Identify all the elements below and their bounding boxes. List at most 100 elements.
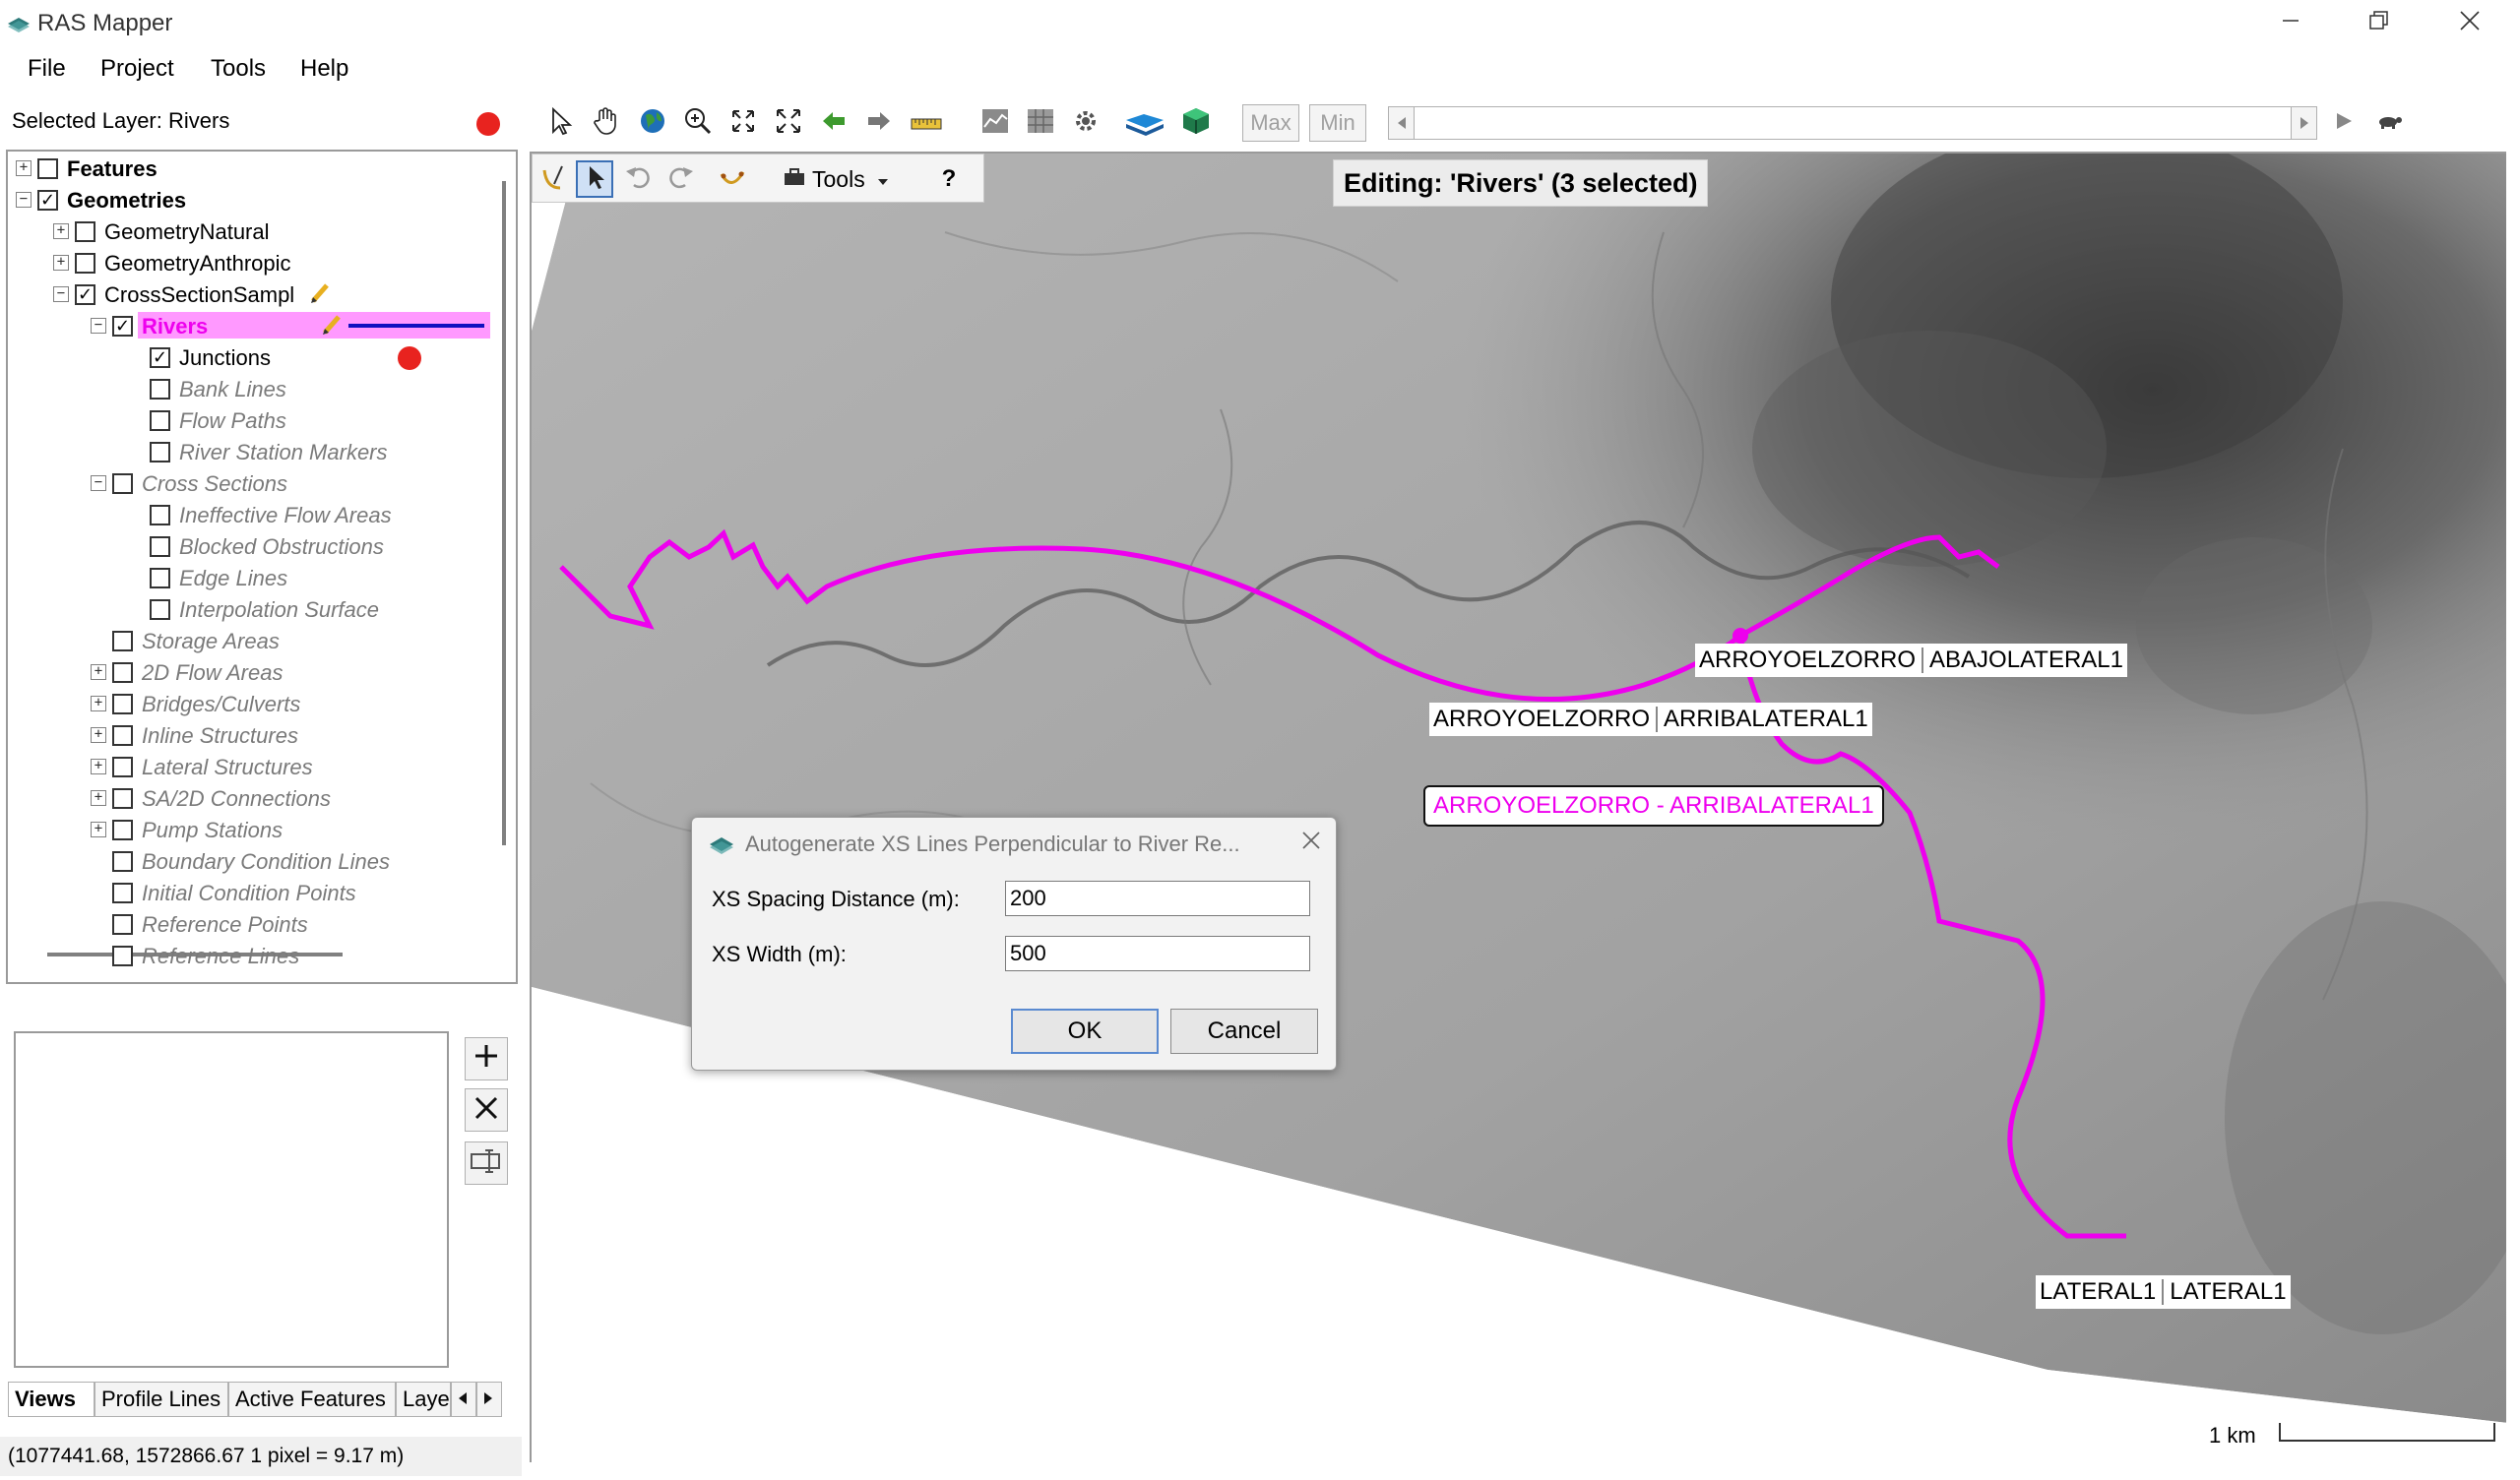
- dialog-close-button[interactable]: [1300, 830, 1322, 856]
- expand-icon[interactable]: +: [91, 664, 106, 680]
- layer-checkbox[interactable]: [150, 536, 170, 557]
- layer-checkbox[interactable]: [150, 599, 170, 620]
- menu-tools[interactable]: Tools: [211, 55, 266, 83]
- 3d-view-button[interactable]: [1177, 104, 1215, 142]
- layer-checkbox[interactable]: [37, 158, 58, 179]
- max-button[interactable]: Max: [1242, 104, 1299, 142]
- edit-help-button[interactable]: ?: [930, 160, 968, 198]
- tree-item-pump-stations[interactable]: + Pump Stations: [8, 815, 500, 844]
- time-slider-scrollbar[interactable]: [1388, 106, 2317, 140]
- rename-view-button[interactable]: [465, 1141, 508, 1185]
- tab-scroll-right-button[interactable]: [476, 1382, 502, 1417]
- layer-checkbox[interactable]: [150, 410, 170, 431]
- xs-spacing-input[interactable]: [1005, 881, 1310, 916]
- expand-icon[interactable]: +: [53, 255, 69, 271]
- layer-checkbox[interactable]: [112, 631, 133, 651]
- collapse-icon[interactable]: −: [91, 318, 106, 334]
- select-tool-button[interactable]: [541, 104, 579, 142]
- collapse-icon[interactable]: −: [53, 286, 69, 302]
- tools-dropdown[interactable]: Tools: [783, 162, 889, 196]
- expand-icon[interactable]: +: [53, 223, 69, 239]
- expand-icon[interactable]: +: [91, 727, 106, 743]
- layer-checkbox[interactable]: [150, 379, 170, 400]
- measure-tool-button[interactable]: [908, 104, 945, 142]
- tree-item-reference-points[interactable]: Reference Points: [8, 909, 500, 939]
- expand-icon[interactable]: +: [91, 759, 106, 774]
- layer-checkbox[interactable]: [112, 946, 133, 966]
- layer-checkbox[interactable]: [150, 568, 170, 588]
- edit-sketch-button[interactable]: [536, 160, 574, 198]
- tree-item-flow-paths[interactable]: Flow Paths: [8, 405, 500, 435]
- menu-help[interactable]: Help: [300, 55, 348, 83]
- tree-item-rivers[interactable]: − ✓ Rivers: [8, 311, 500, 340]
- layer-checkbox[interactable]: [150, 505, 170, 525]
- layer-checkbox[interactable]: ✓: [150, 347, 170, 368]
- tree-item-initial-condition-points[interactable]: Initial Condition Points: [8, 878, 500, 907]
- tree-item-2d-flow-areas[interactable]: +2D Flow Areas: [8, 657, 500, 687]
- tree-vertical-scrollbar[interactable]: [502, 181, 506, 845]
- collapse-icon[interactable]: −: [91, 475, 106, 491]
- expand-icon[interactable]: +: [91, 790, 106, 806]
- layer-checkbox[interactable]: [75, 221, 95, 242]
- undo-button[interactable]: [619, 160, 657, 198]
- river-tool-button[interactable]: [1122, 104, 1167, 142]
- tab-views[interactable]: Views: [8, 1382, 94, 1417]
- tree-item-bank-lines[interactable]: Bank Lines: [8, 374, 500, 403]
- tab-active-features[interactable]: Active Features: [228, 1382, 396, 1417]
- layer-checkbox[interactable]: [112, 725, 133, 746]
- tree-item-blocked-obstructions[interactable]: Blocked Obstructions: [8, 531, 500, 561]
- tree-item-inline-structures[interactable]: + Inline Structures: [8, 720, 500, 750]
- menu-project[interactable]: Project: [100, 55, 174, 83]
- animation-speed-button[interactable]: [2370, 104, 2408, 142]
- tree-item-geometry-natural[interactable]: + GeometryNatural: [8, 216, 500, 246]
- tree-item-features[interactable]: + Features: [8, 154, 500, 183]
- tree-item-lateral-structures[interactable]: + Lateral Structures: [8, 752, 500, 781]
- layer-tree[interactable]: + Features − ✓ Geometries + GeometryNatural + Ge…: [6, 150, 518, 984]
- back-view-button[interactable]: [815, 104, 852, 142]
- selected-reach-label[interactable]: ARROYOELZORRO - ARRIBALATERAL1: [1423, 785, 1884, 827]
- scroll-right-icon[interactable]: [2291, 107, 2316, 139]
- tree-item-junctions[interactable]: ✓ Junctions: [8, 342, 500, 372]
- layer-checkbox[interactable]: [112, 820, 133, 840]
- expand-icon[interactable]: +: [16, 160, 32, 176]
- layer-checkbox[interactable]: [75, 253, 95, 274]
- edit-select-button[interactable]: [576, 160, 613, 198]
- redo-button[interactable]: [662, 160, 700, 198]
- tab-scroll-left-button[interactable]: [451, 1382, 476, 1417]
- menu-file[interactable]: File: [28, 55, 66, 83]
- delete-view-button[interactable]: [465, 1088, 508, 1132]
- layer-checkbox[interactable]: [112, 788, 133, 809]
- profile-tool-button[interactable]: [976, 104, 1014, 142]
- layer-checkbox[interactable]: [112, 883, 133, 903]
- stop-editing-icon[interactable]: [476, 112, 500, 136]
- close-button[interactable]: [2426, 0, 2514, 45]
- edit-vertices-button[interactable]: [714, 160, 751, 198]
- layer-checkbox[interactable]: [112, 662, 133, 683]
- layer-checkbox[interactable]: ✓: [75, 284, 95, 305]
- tree-item-geometries[interactable]: − ✓ Geometries: [8, 185, 500, 215]
- layer-checkbox[interactable]: [112, 473, 133, 494]
- layer-checkbox[interactable]: [112, 757, 133, 777]
- tree-item-river-station-markers[interactable]: River Station Markers: [8, 437, 500, 466]
- layer-checkbox[interactable]: [112, 851, 133, 872]
- tree-item-boundary-condition-lines[interactable]: Boundary Condition Lines: [8, 846, 500, 876]
- expand-icon[interactable]: +: [91, 696, 106, 711]
- globe-tool-button[interactable]: [634, 104, 671, 142]
- xs-width-input[interactable]: [1005, 936, 1310, 971]
- tree-item-edge-lines[interactable]: Edge Lines: [8, 563, 500, 592]
- tree-item-interpolation-surface[interactable]: Interpolation Surface: [8, 594, 500, 624]
- add-view-button[interactable]: [465, 1037, 508, 1080]
- tab-profile-lines[interactable]: Profile Lines: [94, 1382, 228, 1417]
- forward-view-button[interactable]: [860, 104, 898, 142]
- tree-item-bridges-culverts[interactable]: + Bridges/Culverts: [8, 689, 500, 718]
- pan-tool-button[interactable]: [587, 104, 624, 142]
- raster-tool-button[interactable]: [1022, 104, 1059, 142]
- play-button[interactable]: [2325, 104, 2362, 142]
- expand-icon[interactable]: +: [91, 822, 106, 837]
- tree-item-ineffective-flow-areas[interactable]: Ineffective Flow Areas: [8, 500, 500, 529]
- collapse-icon[interactable]: −: [16, 192, 32, 208]
- layer-checkbox[interactable]: [150, 442, 170, 462]
- ok-button[interactable]: OK: [1011, 1009, 1159, 1054]
- settings-tool-button[interactable]: [1067, 104, 1104, 142]
- views-list-panel[interactable]: [14, 1031, 449, 1368]
